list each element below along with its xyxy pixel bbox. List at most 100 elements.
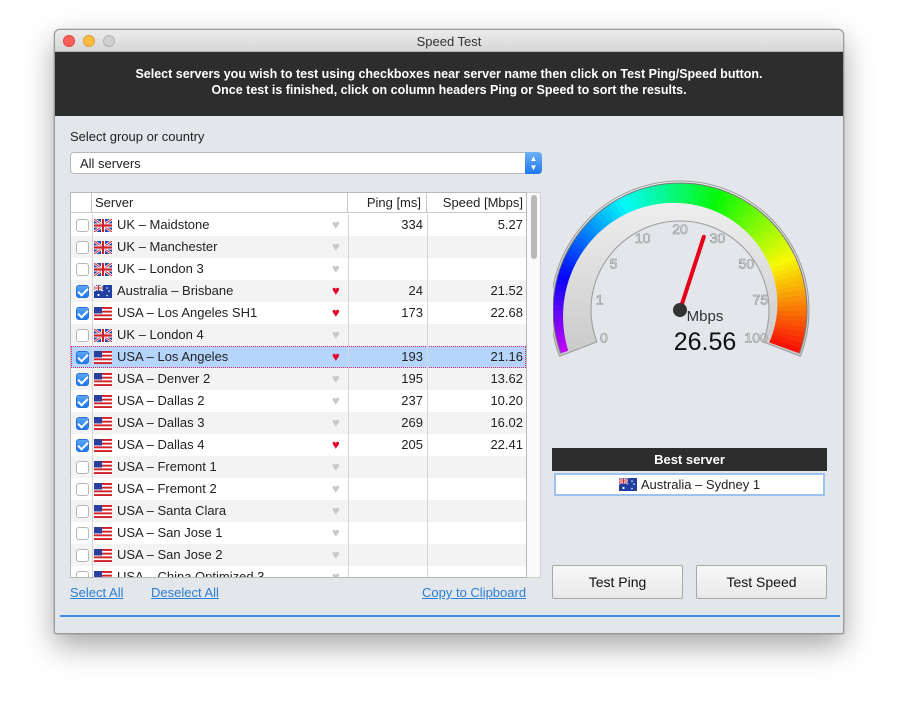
table-row[interactable]: USA – Los Angeles SH1 ♥ 173 22.68: [71, 302, 526, 324]
usa-flag-icon: [94, 527, 112, 540]
speed-value: 22.41: [490, 437, 523, 452]
gauge-speed-value: 26.56: [673, 328, 737, 356]
favorite-heart-icon[interactable]: ♥: [332, 566, 340, 577]
favorite-heart-icon[interactable]: ♥: [332, 236, 340, 258]
server-name: UK – London 3: [117, 261, 204, 276]
group-country-select[interactable]: All servers ▲ ▼: [70, 152, 542, 174]
server-checkbox[interactable]: [76, 285, 89, 298]
instructions-banner: Select servers you wish to test using ch…: [55, 52, 843, 116]
column-header-speed[interactable]: Speed [Mbps]: [427, 193, 526, 213]
table-row[interactable]: UK – London 4 ♥: [71, 324, 526, 346]
usa-flag-icon: [94, 505, 112, 518]
favorite-heart-icon[interactable]: ♥: [332, 522, 340, 544]
select-stepper-icon: ▲ ▼: [525, 152, 542, 174]
favorite-heart-icon[interactable]: ♥: [332, 302, 340, 324]
server-table: Server Ping [ms] Speed [Mbps] UK – Maids…: [70, 192, 527, 578]
favorite-heart-icon[interactable]: ♥: [332, 412, 340, 434]
server-name: USA – Dallas 3: [117, 415, 205, 430]
table-row[interactable]: USA – Dallas 4 ♥ 205 22.41: [71, 434, 526, 456]
scrollbar-thumb[interactable]: [531, 195, 537, 259]
uk-flag-icon: [94, 241, 112, 254]
deselect-all-link[interactable]: Deselect All: [151, 585, 219, 600]
table-row[interactable]: USA – Dallas 2 ♥ 237 10.20: [71, 390, 526, 412]
gauge-needle: [678, 234, 706, 312]
favorite-heart-icon[interactable]: ♥: [332, 390, 340, 412]
ping-value: 237: [401, 393, 423, 408]
gauge-tick-label: 0: [600, 330, 608, 346]
favorite-heart-icon[interactable]: ♥: [332, 368, 340, 390]
column-divider: [348, 214, 349, 577]
server-checkbox[interactable]: [76, 373, 89, 386]
server-name: UK – Maidstone: [117, 217, 210, 232]
server-checkbox[interactable]: [76, 417, 89, 430]
table-row[interactable]: USA – San Jose 1 ♥: [71, 522, 526, 544]
favorite-heart-icon[interactable]: ♥: [332, 280, 340, 302]
favorite-heart-icon[interactable]: ♥: [332, 324, 340, 346]
server-checkbox[interactable]: [76, 527, 89, 540]
gauge-unit: Mbps: [686, 308, 724, 325]
server-checkbox[interactable]: [76, 241, 89, 254]
favorite-heart-icon[interactable]: ♥: [332, 478, 340, 500]
table-row[interactable]: UK – Maidstone ♥ 334 5.27: [71, 214, 526, 236]
favorite-heart-icon[interactable]: ♥: [332, 258, 340, 280]
column-header-ping[interactable]: Ping [ms]: [348, 193, 427, 213]
instructions-line-1: Select servers you wish to test using ch…: [135, 67, 763, 81]
server-checkbox[interactable]: [76, 549, 89, 562]
table-row[interactable]: USA – Fremont 2 ♥: [71, 478, 526, 500]
server-checkbox[interactable]: [76, 307, 89, 320]
server-checkbox[interactable]: [76, 483, 89, 496]
server-checkbox[interactable]: [76, 263, 89, 276]
server-name: UK – Manchester: [117, 239, 218, 254]
test-speed-button[interactable]: Test Speed: [696, 565, 827, 599]
favorite-heart-icon[interactable]: ♥: [332, 346, 340, 368]
ping-value: 334: [401, 217, 423, 232]
column-divider: [427, 214, 428, 577]
server-checkbox[interactable]: [76, 439, 89, 452]
column-header-checkbox: [71, 193, 92, 213]
server-checkbox[interactable]: [76, 329, 89, 342]
table-row[interactable]: UK – Manchester ♥: [71, 236, 526, 258]
table-row[interactable]: UK – London 3 ♥: [71, 258, 526, 280]
test-ping-button[interactable]: Test Ping: [552, 565, 683, 599]
speed-test-window: Speed Test Select servers you wish to te…: [54, 29, 844, 634]
favorite-heart-icon[interactable]: ♥: [332, 456, 340, 478]
usa-flag-icon: [94, 571, 112, 577]
table-row[interactable]: USA – Santa Clara ♥: [71, 500, 526, 522]
speed-value: 21.52: [490, 283, 523, 298]
ping-value: 195: [401, 371, 423, 386]
server-checkbox[interactable]: [76, 571, 89, 577]
copy-to-clipboard-link[interactable]: Copy to Clipboard: [422, 585, 526, 600]
uk-flag-icon: [94, 329, 112, 342]
ping-value: 173: [401, 305, 423, 320]
server-checkbox[interactable]: [76, 395, 89, 408]
select-all-link[interactable]: Select All: [70, 585, 123, 600]
gauge-tick-label: 20: [672, 221, 688, 237]
ping-value: 24: [408, 283, 423, 298]
australia-flag-icon: [618, 478, 637, 491]
table-row[interactable]: USA – San Jose 2 ♥: [71, 544, 526, 566]
table-scrollbar[interactable]: [527, 192, 541, 578]
instructions-line-2: Once test is finished, click on column h…: [211, 83, 687, 97]
table-row[interactable]: USA – China Optimized 3 ♥: [71, 566, 526, 577]
gauge-tick-label: 1: [596, 291, 604, 307]
favorite-heart-icon[interactable]: ♥: [332, 434, 340, 456]
server-name: USA – San Jose 1: [117, 525, 223, 540]
server-checkbox[interactable]: [76, 505, 89, 518]
favorite-heart-icon[interactable]: ♥: [332, 214, 340, 236]
best-server-field: Australia – Sydney 1: [554, 473, 825, 496]
server-checkbox[interactable]: [76, 219, 89, 232]
favorite-heart-icon[interactable]: ♥: [332, 500, 340, 522]
usa-flag-icon: [94, 351, 112, 364]
server-checkbox[interactable]: [76, 351, 89, 364]
table-row[interactable]: USA – Dallas 3 ♥ 269 16.02: [71, 412, 526, 434]
table-row[interactable]: Australia – Brisbane ♥ 24 21.52: [71, 280, 526, 302]
ping-value: 205: [401, 437, 423, 452]
favorite-heart-icon[interactable]: ♥: [332, 544, 340, 566]
server-name: USA – Fremont 2: [117, 481, 217, 496]
best-server-header: Best server: [552, 448, 827, 471]
column-header-server[interactable]: Server: [92, 193, 348, 213]
server-checkbox[interactable]: [76, 461, 89, 474]
table-row[interactable]: USA – Fremont 1 ♥: [71, 456, 526, 478]
table-row[interactable]: USA – Denver 2 ♥ 195 13.62: [71, 368, 526, 390]
table-row[interactable]: USA – Los Angeles ♥ 193 21.16: [71, 346, 526, 368]
